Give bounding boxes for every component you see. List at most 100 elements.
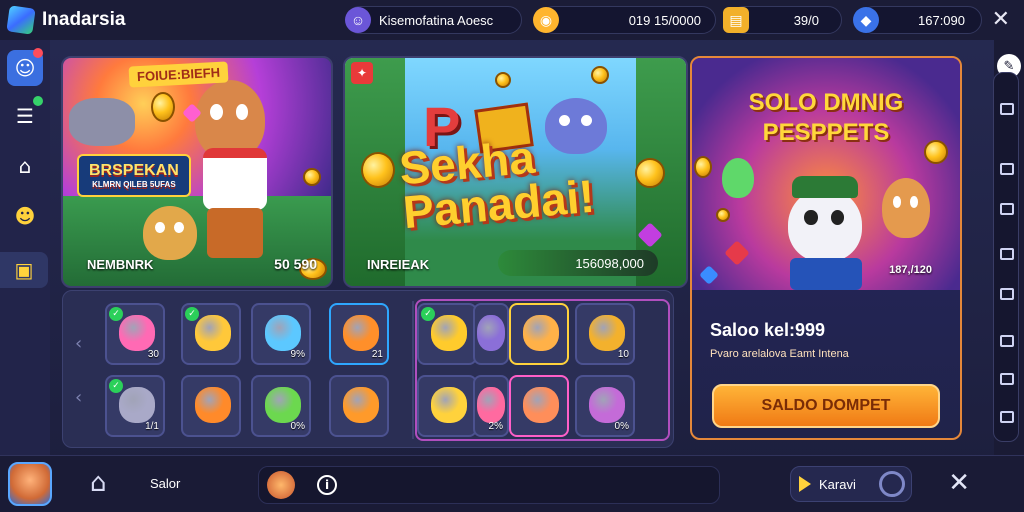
mascot-shirt (203, 148, 267, 210)
wallet-title: SOLO DMNIG PESPPETS (692, 88, 960, 148)
check-icon: ✓ (421, 307, 435, 321)
sidebar-item-list[interactable]: ☰ (7, 96, 43, 134)
hippo-mascot-icon (69, 98, 135, 146)
item-tile[interactable] (509, 375, 569, 437)
item-tile[interactable] (181, 375, 241, 437)
chat-input[interactable]: i (258, 466, 720, 504)
gold-pill[interactable]: ▤ 39/0 (723, 6, 842, 34)
left-sidebar: ☺ ☰ ⌂ ☻ ▣ (0, 40, 50, 455)
banner-caption: NEMBNRK (87, 257, 154, 272)
item-art-icon (431, 315, 467, 351)
window-icon[interactable] (1000, 411, 1014, 423)
coin-icon (151, 92, 175, 122)
balance-subtext: Pvaro arelalova Eamt Intena (710, 348, 849, 360)
gem-value: 167:090 (918, 12, 965, 28)
item-art-icon (119, 315, 155, 351)
item-count: 9% (290, 349, 305, 360)
info-icon[interactable]: i (317, 475, 337, 495)
item-count: 2% (488, 421, 503, 432)
chat-avatar-icon (267, 471, 295, 499)
item-tile[interactable] (417, 375, 477, 437)
item-art-icon (265, 315, 301, 351)
window-icon[interactable] (1000, 203, 1014, 215)
banner-caption: INREIEAK (367, 257, 430, 272)
check-icon: ✓ (109, 379, 123, 393)
mascot-body (790, 258, 862, 290)
banner-amount: 50 590 (274, 256, 317, 272)
coin-icon (591, 66, 609, 84)
notification-dot (33, 48, 43, 58)
sidebar-item-profile[interactable]: ☺ (7, 48, 43, 86)
item-art-icon (477, 387, 505, 423)
item-tile[interactable] (509, 303, 569, 365)
gold-value: 39/0 (793, 12, 819, 28)
play-button[interactable]: Karavi (790, 466, 912, 502)
promo-banner-adventure[interactable]: FOIUE:BIEFH BRSPEKAN KLMRN QILEB 5UFAS N… (61, 56, 333, 288)
banner-ground (63, 196, 331, 286)
coin-pill[interactable]: ◉ 019 15/0000 (533, 6, 716, 34)
coin-icon (495, 72, 511, 88)
mascot-pants (207, 208, 263, 258)
sidebar-item-emoji[interactable]: ☻ (7, 198, 43, 234)
close-icon[interactable]: ✕ (948, 468, 970, 498)
coin-icon (924, 140, 948, 164)
item-tile[interactable]: 0% (575, 375, 635, 437)
bottom-bar: ⌂ Salor i Karavi ✕ (0, 455, 1024, 512)
item-art-icon (477, 315, 505, 351)
sidebar-item-home[interactable]: ⌂ (7, 148, 43, 184)
sidebar-item-clipboard[interactable]: ▣ (0, 252, 48, 288)
item-count: 21 (371, 349, 383, 360)
right-toolbar (993, 72, 1019, 442)
coin-icon (361, 152, 395, 188)
item-tile[interactable]: 10 (575, 303, 635, 365)
item-tile[interactable] (329, 375, 389, 437)
app-logo-icon (6, 5, 36, 35)
bear-mascot-icon (788, 188, 862, 262)
squirrel-mascot-icon (882, 178, 930, 238)
item-art-icon (431, 387, 467, 423)
user-pill[interactable]: ☺ Kisemofatina Aoesc (345, 6, 522, 34)
wallet-amount: 187,/120 (889, 264, 932, 276)
banner-title: Sekha Panadai! (397, 130, 596, 238)
window-icon[interactable] (1000, 163, 1014, 175)
wallet-panel: SOLO DMNIG PESPPETS 187,/120 Saloo kel:9… (690, 56, 962, 440)
close-icon[interactable]: ✕ (992, 7, 1010, 32)
profile-icon: ☺ (14, 56, 36, 80)
item-tile[interactable]: ✓ (181, 303, 241, 365)
window-icon[interactable] (1000, 335, 1014, 347)
item-tile[interactable] (473, 303, 509, 365)
sign-title: BRSPEKAN (89, 162, 179, 179)
item-count: 0% (290, 421, 305, 432)
wallet-balance-button[interactable]: SALDO DOMPET (712, 384, 940, 428)
item-tile[interactable]: 0% (251, 375, 311, 437)
coin-icon (635, 158, 665, 188)
window-icon[interactable] (1000, 288, 1014, 300)
item-art-icon (343, 315, 379, 351)
item-tile[interactable]: ✓ 1/1 (105, 375, 165, 437)
item-tile[interactable]: 2% (473, 375, 509, 437)
chevron-left-icon[interactable]: ‹ (75, 333, 82, 354)
user-name: Kisemofatina Aoesc (379, 12, 494, 28)
item-tile[interactable]: ✓ 30 (105, 303, 165, 365)
lion-mascot-icon (143, 206, 197, 260)
item-art-icon (343, 387, 379, 423)
promo-banner-jackpot[interactable]: ✦ P Sekha Panadai! INREIEAK 156098,000 (343, 56, 688, 288)
app-root: Inadarsia ☺ Kisemofatina Aoesc ◉ 019 15/… (0, 0, 1024, 512)
balance-label: Saloo kel:999 (710, 320, 826, 340)
play-label: Karavi (819, 476, 856, 492)
chevron-left-icon[interactable]: ‹ (75, 387, 82, 408)
gem-pill[interactable]: ◆ 167:090 (853, 6, 982, 34)
brand[interactable]: Inadarsia (6, 5, 125, 35)
window-icon[interactable] (1000, 248, 1014, 260)
window-icon[interactable] (1000, 103, 1014, 115)
player-avatar[interactable] (8, 462, 52, 506)
home-icon[interactable]: ⌂ (90, 468, 107, 498)
item-tile[interactable]: ✓ (417, 303, 477, 365)
item-art-icon (523, 387, 559, 423)
item-tile[interactable]: 21 (329, 303, 389, 365)
gold-stack-icon: ▤ (723, 7, 749, 33)
item-tile[interactable]: 9% (251, 303, 311, 365)
item-art-icon (589, 315, 625, 351)
home-icon: ⌂ (18, 154, 32, 178)
window-icon[interactable] (1000, 373, 1014, 385)
